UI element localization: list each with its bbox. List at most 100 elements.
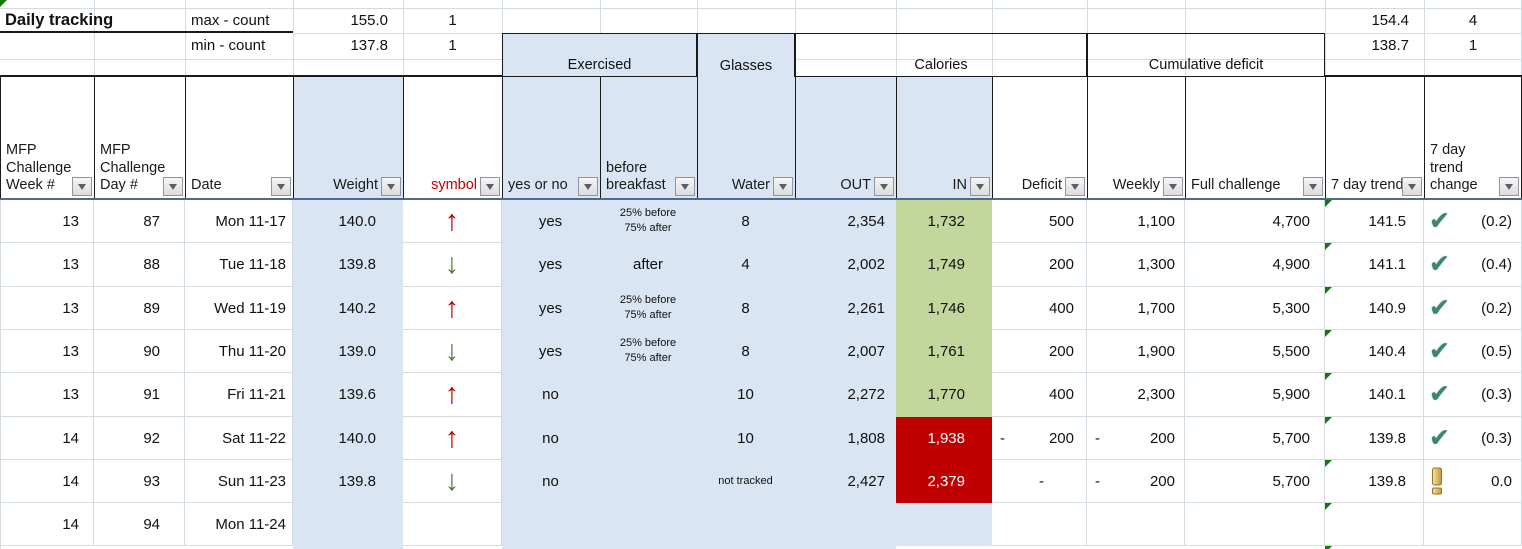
water-cell[interactable]: 8 <box>697 330 795 373</box>
out-cell[interactable]: 2,007 <box>795 330 896 373</box>
weight-cell[interactable]: 140.0 <box>293 417 403 460</box>
filter-button[interactable] <box>675 177 695 196</box>
full-cell[interactable]: 5,900 <box>1185 373 1325 417</box>
in-cell[interactable]: 1,749 <box>896 243 992 287</box>
day-cell[interactable]: 94 <box>94 503 185 546</box>
week-cell[interactable]: 14 <box>0 503 94 546</box>
deficit-cell[interactable]: 200 <box>992 243 1087 287</box>
out-cell[interactable]: 2,272 <box>795 373 896 417</box>
trend-cell[interactable]: 141.5 <box>1325 200 1424 243</box>
before_breakfast-cell[interactable]: 25% before 75% after <box>600 330 697 373</box>
date-cell[interactable]: Mon 11-17 <box>185 200 293 243</box>
group-exercised[interactable]: Exercised <box>502 33 697 77</box>
symbol-cell[interactable]: ↑ <box>403 373 502 417</box>
date-cell[interactable]: Tue 11-18 <box>185 243 293 287</box>
deficit-cell[interactable]: 500 <box>992 200 1087 243</box>
weekly-cell[interactable]: 1,900 <box>1087 330 1185 373</box>
header-out[interactable]: OUT <box>795 77 896 198</box>
trend_change-cell[interactable] <box>1424 503 1522 546</box>
exercised-cell[interactable]: yes <box>502 243 600 287</box>
before_breakfast-cell[interactable] <box>600 373 697 417</box>
water-cell[interactable]: 10 <box>697 417 795 460</box>
header-weight[interactable]: Weight <box>293 77 403 198</box>
trend_change-cell[interactable]: ✔ (0.5) <box>1424 330 1522 373</box>
symbol-cell[interactable]: ↓ <box>403 243 502 287</box>
exercised-cell[interactable]: yes <box>502 287 600 330</box>
in-cell[interactable]: 1,938 <box>896 417 992 460</box>
week-cell[interactable]: 13 <box>0 330 94 373</box>
out-cell[interactable]: 1,808 <box>795 417 896 460</box>
filter-button[interactable] <box>163 177 183 196</box>
water-cell[interactable] <box>697 503 795 546</box>
filter-button[interactable] <box>1303 177 1323 196</box>
weight-cell[interactable]: 139.6 <box>293 373 403 417</box>
trend-max-value[interactable]: 154.4 <box>1325 8 1424 32</box>
weekly-cell[interactable]: 1,300 <box>1087 243 1185 287</box>
weekly-cell[interactable]: - 200 <box>1087 417 1185 460</box>
date-cell[interactable]: Sun 11-23 <box>185 460 293 503</box>
header-date[interactable]: Date <box>185 77 293 198</box>
min-count[interactable]: 1 <box>403 33 502 58</box>
date-cell[interactable]: Mon 11-24 <box>185 503 293 546</box>
header-water[interactable]: Water <box>697 77 795 198</box>
water-cell[interactable]: not tracked <box>697 460 795 503</box>
header-trend_change[interactable]: 7 day trend change <box>1424 77 1522 198</box>
full-cell[interactable]: 4,700 <box>1185 200 1325 243</box>
in-cell[interactable]: 1,732 <box>896 200 992 243</box>
filter-button[interactable] <box>578 177 598 196</box>
week-cell[interactable]: 14 <box>0 460 94 503</box>
max-value[interactable]: 155.0 <box>293 8 403 32</box>
trend-min-value[interactable]: 138.7 <box>1325 33 1424 58</box>
before_breakfast-cell[interactable] <box>600 460 697 503</box>
trend-cell[interactable]: 140.4 <box>1325 330 1424 373</box>
week-cell[interactable]: 13 <box>0 287 94 330</box>
before_breakfast-cell[interactable] <box>600 417 697 460</box>
header-trend[interactable]: 7 day trend <box>1325 77 1424 198</box>
day-cell[interactable]: 91 <box>94 373 185 417</box>
weight-cell[interactable]: 140.2 <box>293 287 403 330</box>
trend_change-cell[interactable]: ✔ (0.3) <box>1424 373 1522 417</box>
trend_change-cell[interactable]: 0.0 <box>1424 460 1522 503</box>
exercised-cell[interactable]: yes <box>502 200 600 243</box>
date-cell[interactable]: Fri 11-21 <box>185 373 293 417</box>
week-cell[interactable]: 13 <box>0 243 94 287</box>
deficit-cell[interactable]: 200 <box>992 330 1087 373</box>
symbol-cell[interactable]: ↓ <box>403 460 502 503</box>
week-cell[interactable]: 13 <box>0 200 94 243</box>
header-day[interactable]: MFP Challenge Day # <box>94 77 185 198</box>
in-cell[interactable]: 2,379 <box>896 460 992 503</box>
weekly-cell[interactable] <box>1087 503 1185 546</box>
exercised-cell[interactable]: no <box>502 373 600 417</box>
trend-cell[interactable] <box>1325 503 1424 546</box>
filter-button[interactable] <box>1065 177 1085 196</box>
deficit-cell[interactable]: 400 <box>992 373 1087 417</box>
filter-button[interactable] <box>1163 177 1183 196</box>
header-deficit[interactable]: Deficit <box>992 77 1087 198</box>
day-cell[interactable]: 88 <box>94 243 185 287</box>
in-cell[interactable]: 1,746 <box>896 287 992 330</box>
filter-button[interactable] <box>381 177 401 196</box>
water-cell[interactable]: 4 <box>697 243 795 287</box>
weight-cell[interactable]: 139.0 <box>293 330 403 373</box>
deficit-cell[interactable] <box>992 503 1087 546</box>
week-cell[interactable]: 13 <box>0 373 94 417</box>
max-count-label[interactable]: max - count <box>191 8 291 32</box>
in-cell[interactable] <box>896 503 992 546</box>
trend_change-cell[interactable]: ✔ (0.2) <box>1424 200 1522 243</box>
full-cell[interactable]: 4,900 <box>1185 243 1325 287</box>
day-cell[interactable]: 93 <box>94 460 185 503</box>
group-cumulative-deficit[interactable]: Cumulative deficit <box>1087 33 1325 77</box>
trend_change-cell[interactable]: ✔ (0.3) <box>1424 417 1522 460</box>
min-value[interactable]: 137.8 <box>293 33 403 58</box>
day-cell[interactable]: 92 <box>94 417 185 460</box>
filter-button[interactable] <box>271 177 291 196</box>
header-full[interactable]: Full challenge <box>1185 77 1325 198</box>
out-cell[interactable]: 2,354 <box>795 200 896 243</box>
weight-cell[interactable] <box>293 503 403 546</box>
out-cell[interactable] <box>795 503 896 546</box>
before_breakfast-cell[interactable] <box>600 503 697 546</box>
weight-cell[interactable]: 140.0 <box>293 200 403 243</box>
filter-button[interactable] <box>874 177 894 196</box>
symbol-cell[interactable]: ↓ <box>403 330 502 373</box>
full-cell[interactable]: 5,500 <box>1185 330 1325 373</box>
